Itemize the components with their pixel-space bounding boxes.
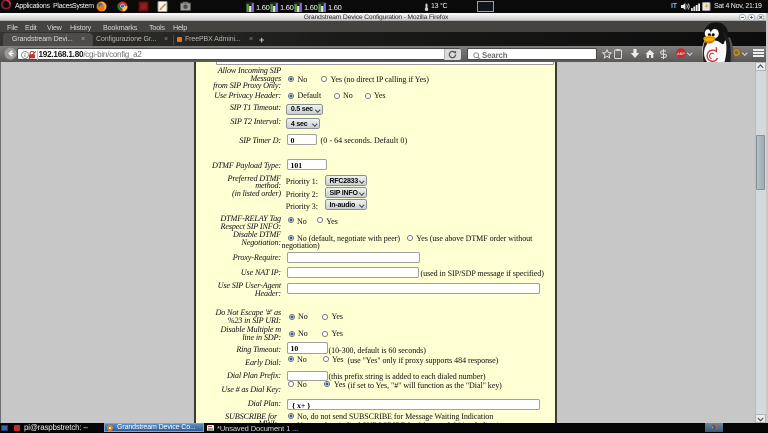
svg-text:ABP: ABP <box>677 51 685 56</box>
